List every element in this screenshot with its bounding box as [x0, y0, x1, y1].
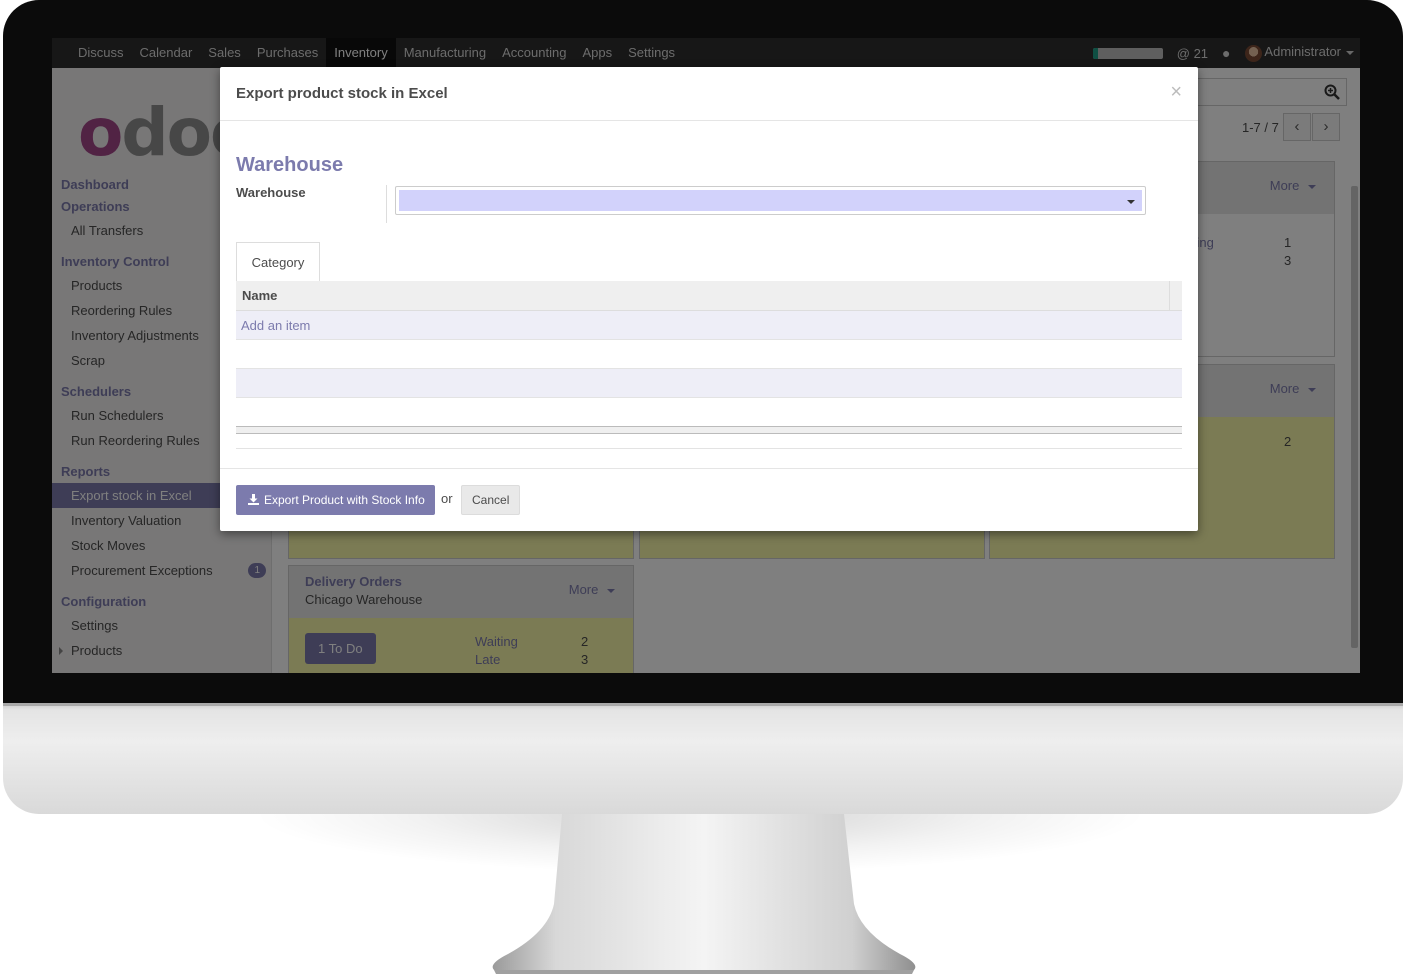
cancel-button[interactable]: Cancel — [461, 485, 521, 515]
tab-category[interactable]: Category — [236, 242, 320, 282]
dialog-title: Export product stock in Excel — [236, 85, 448, 102]
dialog-header: Export product stock in Excel × — [220, 67, 1198, 121]
table-bottom-border — [236, 434, 1182, 449]
table-row — [236, 369, 1182, 398]
column-divider — [1169, 281, 1170, 311]
section-title: Warehouse — [236, 154, 344, 176]
or-text: or — [441, 491, 453, 506]
export-button-label: Export Product with Stock Info — [264, 493, 425, 507]
download-icon — [248, 494, 259, 505]
category-table: Name Add an item — [236, 281, 1182, 449]
dialog-footer: Export Product with Stock Info or Cancel — [220, 468, 1198, 531]
monitor-stand — [492, 814, 916, 974]
close-icon[interactable]: × — [1170, 81, 1182, 104]
monitor-chin — [3, 703, 1403, 814]
export-stock-dialog: Export product stock in Excel × Warehous… — [220, 67, 1198, 531]
column-header-name[interactable]: Name — [242, 288, 277, 303]
field-separator — [386, 185, 387, 223]
table-row: Add an item — [236, 311, 1182, 340]
table-row — [236, 340, 1182, 369]
warehouse-label: Warehouse — [236, 185, 306, 200]
add-item-link[interactable]: Add an item — [241, 318, 310, 333]
screen: DiscussCalendarSalesPurchasesInventoryMa… — [52, 38, 1360, 673]
caret-down-icon[interactable] — [1127, 200, 1135, 204]
warehouse-select-value[interactable] — [399, 190, 1142, 211]
table-footer — [236, 426, 1182, 434]
export-product-button[interactable]: Export Product with Stock Info — [236, 485, 435, 515]
warehouse-select[interactable] — [395, 186, 1146, 215]
table-header: Name — [236, 281, 1182, 311]
